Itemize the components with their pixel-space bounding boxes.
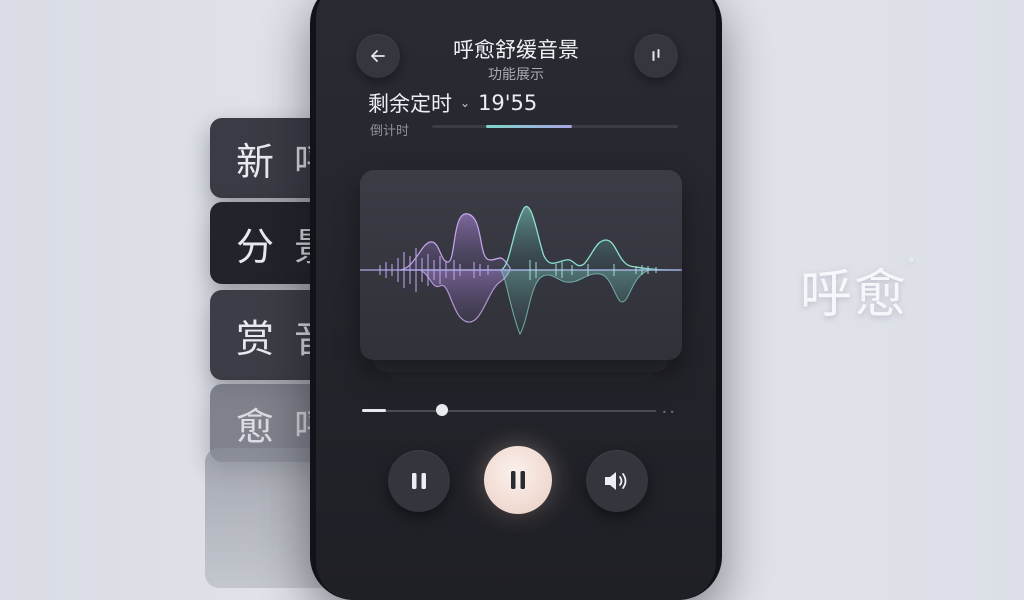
play-pause-button[interactable] <box>484 446 552 514</box>
side-card-stack: 新 呼 分 景 赏 音 愈 呼 <box>0 0 350 588</box>
seek-track <box>362 410 656 412</box>
timer-progress-track <box>432 125 678 128</box>
seek-handle[interactable] <box>436 404 448 416</box>
pause-icon <box>511 471 525 489</box>
waveform-card <box>360 170 682 360</box>
timer-sub-label: 倒计时 <box>370 124 410 139</box>
pause-button[interactable] <box>388 450 450 512</box>
timer-value: 19'55 <box>478 91 538 115</box>
timer-label: 剩余定时 <box>368 92 452 116</box>
timer-selector[interactable]: 剩余定时 ⌄ 19'55 <box>368 88 537 118</box>
pause-icon <box>412 473 426 489</box>
volume-button[interactable] <box>586 450 648 512</box>
side-card-char: 愈 <box>236 404 275 449</box>
volume-icon <box>605 472 627 490</box>
more-vertical-icon <box>652 49 660 61</box>
side-card-char: 赏 <box>236 316 275 361</box>
seek-bar[interactable]: •• <box>362 404 684 417</box>
waveform-visual <box>360 205 682 336</box>
brand-mark: ° <box>908 256 917 270</box>
side-card-char: 分 <box>236 224 275 269</box>
brand-name: 呼愈 <box>800 265 909 325</box>
seek-end-dots: •• <box>662 408 678 417</box>
seek-played <box>362 409 386 412</box>
brand-logo: 呼愈° <box>800 252 916 327</box>
chevron-down-icon: ⌄ <box>460 96 471 110</box>
phone-screen: 呼愈舒缓音景 功能展示 剩余定时 ⌄ 19'55 倒计时 •• <box>316 0 716 600</box>
top-bar: 呼愈舒缓音景 功能展示 <box>316 26 716 86</box>
side-card-char: 新 <box>236 139 275 184</box>
more-button[interactable] <box>634 34 678 78</box>
timer-progress-fill <box>486 125 572 128</box>
phone-frame: 呼愈舒缓音景 功能展示 剩余定时 ⌄ 19'55 倒计时 •• <box>310 0 722 600</box>
